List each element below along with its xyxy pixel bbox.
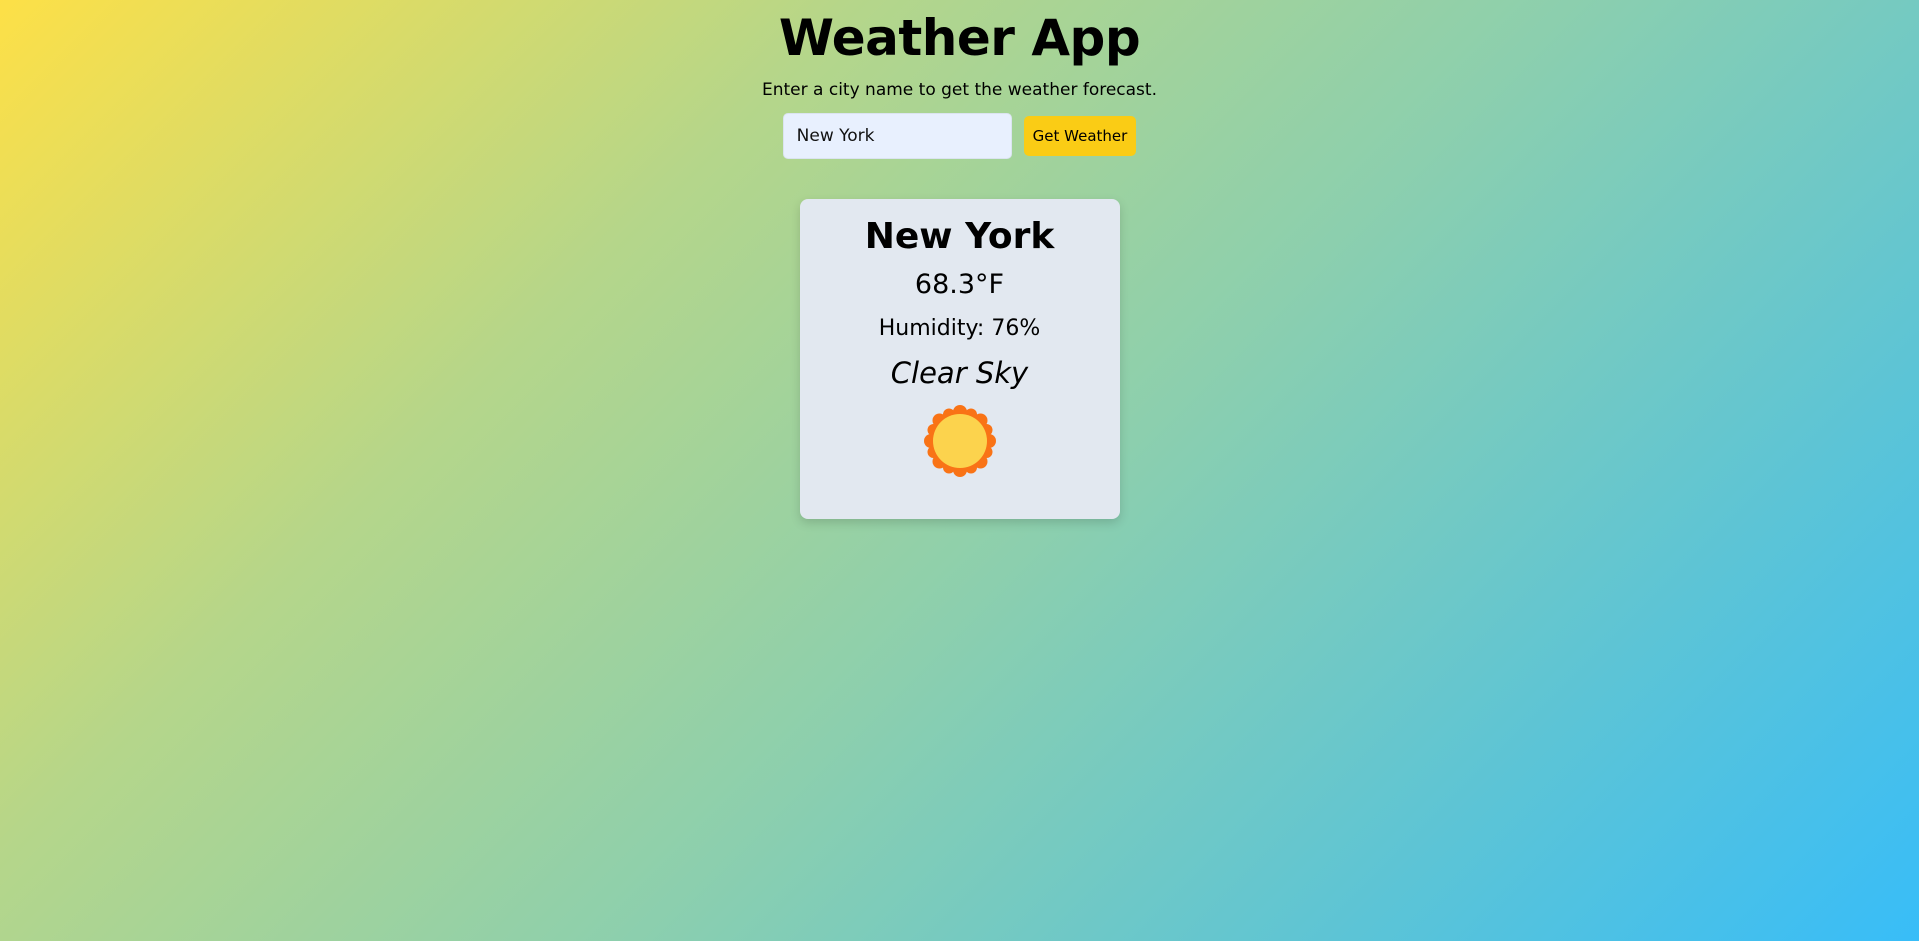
app-container: Weather App Enter a city name to get the… (0, 0, 1919, 519)
page-title: Weather App (778, 9, 1141, 67)
sun-core (932, 414, 987, 468)
page-subtitle: Enter a city name to get the weather for… (762, 80, 1157, 100)
search-form: Get Weather (782, 113, 1137, 159)
city-input[interactable] (782, 113, 1012, 159)
sun-icon (923, 405, 996, 477)
weather-temperature: 68.3°F (914, 269, 1005, 300)
weather-card: New York 68.3°F Humidity: 76% Clear Sky (799, 199, 1120, 519)
weather-description: Clear Sky (890, 356, 1029, 390)
weather-humidity: Humidity: 76% (878, 316, 1041, 341)
get-weather-button[interactable]: Get Weather (1023, 116, 1137, 156)
weather-city-name: New York (864, 216, 1055, 257)
